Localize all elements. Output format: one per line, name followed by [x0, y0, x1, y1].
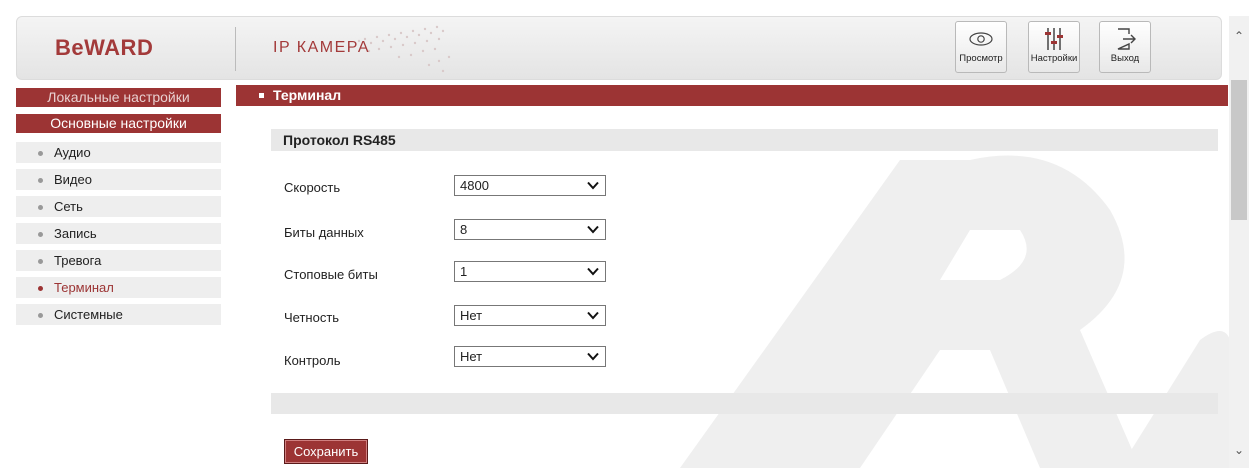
bullet-icon — [38, 313, 43, 318]
parity-label: Четность — [284, 310, 340, 325]
parity-value: Нет — [460, 308, 483, 323]
baud-rate-value: 4800 — [460, 178, 489, 193]
stop-bits-select[interactable]: 1 — [454, 261, 606, 282]
app-header: BeWARD IP КАМЕРА Просмотр Настройки Выхо… — [16, 16, 1222, 80]
bullet-icon — [38, 151, 43, 156]
bullet-icon — [38, 178, 43, 183]
stop-bits-label: Стоповые биты — [284, 267, 378, 282]
chevron-down-icon — [587, 181, 599, 190]
eye-icon — [956, 26, 1006, 52]
bullet-square-icon — [259, 92, 264, 98]
vertical-scrollbar[interactable]: ⌃ ⌄ — [1229, 16, 1249, 468]
view-button-label: Просмотр — [959, 53, 1003, 64]
chevron-down-icon — [587, 311, 599, 320]
sidebar-item-label: Сеть — [54, 199, 83, 214]
scroll-down-icon[interactable]: ⌄ — [1233, 444, 1245, 456]
exit-button-label: Выход — [1110, 53, 1140, 64]
sidebar-main-settings[interactable]: Основные настройки — [16, 114, 221, 133]
sidebar-item-label: Видео — [54, 172, 92, 187]
sidebar-item-video[interactable]: Видео — [16, 169, 221, 191]
exit-button[interactable]: Выход — [1099, 21, 1151, 73]
view-button[interactable]: Просмотр — [955, 21, 1007, 73]
chevron-down-icon — [587, 352, 599, 361]
header-divider — [235, 27, 236, 71]
save-button[interactable]: Сохранить — [284, 439, 368, 464]
stop-bits-value: 1 — [460, 264, 468, 279]
section-header: Протокол RS485 — [271, 129, 1218, 151]
data-bits-select[interactable]: 8 — [454, 219, 606, 240]
sidebar-local-settings[interactable]: Локальные настройки — [16, 88, 221, 107]
chevron-down-icon — [587, 267, 599, 276]
page-title: Терминал — [273, 87, 342, 103]
sidebar-item-network[interactable]: Сеть — [16, 196, 221, 218]
bullet-icon — [38, 205, 43, 210]
scroll-thumb[interactable] — [1231, 80, 1247, 220]
sidebar-item-audio[interactable]: Аудио — [16, 142, 221, 164]
baud-rate-label: Скорость — [284, 180, 341, 195]
data-bits-label: Биты данных — [284, 225, 364, 240]
brand-logo: BeWARD — [55, 35, 154, 60]
product-subtitle: IP КАМЕРА — [273, 39, 371, 56]
bullet-icon — [38, 286, 43, 291]
scroll-up-icon[interactable]: ⌃ — [1233, 30, 1245, 42]
flow-control-value: Нет — [460, 349, 483, 364]
sidebar-item-label: Тревога — [54, 253, 102, 268]
page-title-bar: Терминал — [236, 85, 1228, 106]
baud-rate-select[interactable]: 4800 — [454, 175, 606, 196]
chevron-down-icon — [587, 225, 599, 234]
sidebar-item-label: Аудио — [54, 145, 91, 160]
flow-control-label: Контроль — [284, 353, 341, 368]
sidebar-item-system[interactable]: Системные — [16, 304, 221, 326]
sidebar-item-terminal[interactable]: Терминал — [16, 277, 221, 299]
flow-control-select[interactable]: Нет — [454, 346, 606, 367]
sidebar-item-recording[interactable]: Запись — [16, 223, 221, 245]
bullet-icon — [38, 259, 43, 264]
sidebar-item-label: Терминал — [54, 280, 114, 295]
sliders-icon — [1029, 26, 1079, 52]
sidebar-item-alarm[interactable]: Тревога — [16, 250, 221, 272]
settings-button[interactable]: Настройки — [1028, 21, 1080, 73]
exit-icon — [1100, 26, 1150, 52]
bullet-icon — [38, 232, 43, 237]
sidebar-item-label: Запись — [54, 226, 97, 241]
section-title: Протокол RS485 — [283, 132, 396, 148]
data-bits-value: 8 — [460, 222, 468, 237]
sidebar-item-label: Системные — [54, 307, 123, 322]
parity-select[interactable]: Нет — [454, 305, 606, 326]
section-footer-bar — [271, 393, 1218, 414]
settings-button-label: Настройки — [1030, 53, 1078, 64]
